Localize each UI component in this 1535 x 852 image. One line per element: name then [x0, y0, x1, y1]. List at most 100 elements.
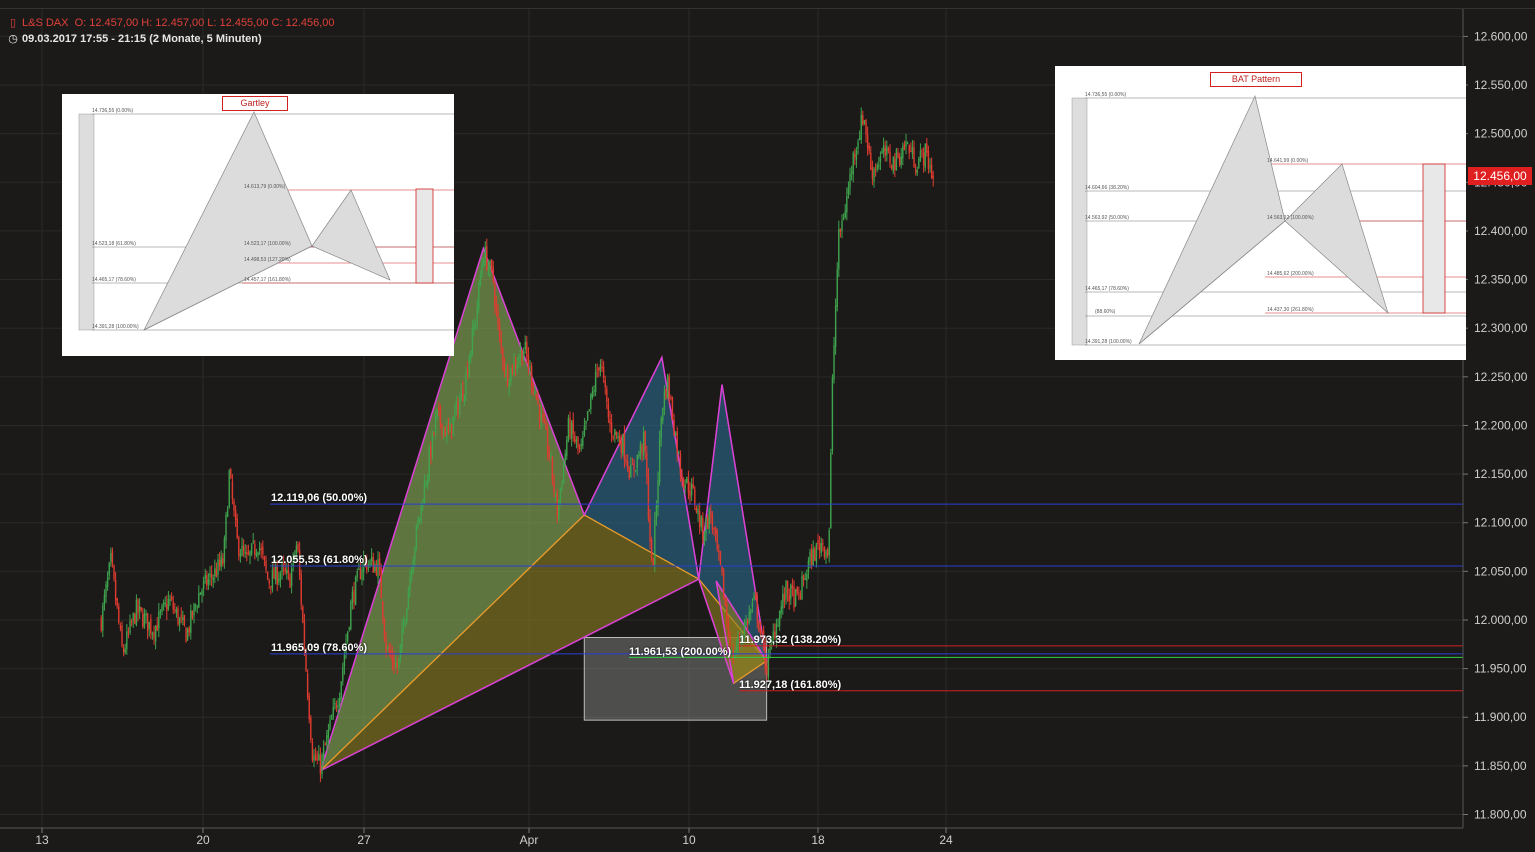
candle-body: [302, 606, 304, 623]
candle-body: [710, 511, 712, 517]
candle-body: [582, 436, 584, 446]
candle-body: [873, 168, 875, 182]
candle-body: [226, 509, 229, 517]
candle-body: [758, 620, 760, 631]
candle-body: [543, 419, 546, 423]
candle-body: [430, 446, 432, 459]
candle-body: [428, 449, 430, 477]
candle-body: [586, 411, 589, 420]
candle-body: [916, 169, 918, 174]
candle-body: [614, 428, 616, 436]
candle-body: [783, 593, 786, 602]
candle-body: [892, 156, 894, 172]
candle-body: [342, 667, 344, 681]
candle-body: [188, 627, 190, 633]
candle-body: [702, 517, 704, 540]
candle-body: [138, 605, 141, 611]
level-label-138-2: 11.973,32 (138.20%): [739, 634, 842, 646]
bat-inset: BAT Pattern 14.736,55 (0.00%) 14.641,99 …: [1055, 66, 1466, 360]
candle-body: [505, 368, 507, 374]
candle-body: [782, 594, 784, 609]
candle-body: [686, 476, 688, 483]
x-tick-label: 10: [682, 833, 696, 847]
level-label-200: 11.961,53 (200.00%): [629, 646, 732, 658]
candle-body: [508, 382, 510, 388]
candle-body: [140, 607, 142, 611]
candle-body: [625, 459, 627, 463]
candle-body: [654, 519, 656, 565]
candle-body: [142, 613, 144, 627]
candle-body: [402, 623, 405, 626]
candle-body: [126, 631, 128, 650]
candle-body: [340, 681, 342, 700]
candle-body: [495, 303, 498, 310]
candle-body: [158, 611, 160, 629]
x-tick-label: 27: [357, 833, 371, 847]
candle-body: [441, 423, 443, 435]
candle-body: [279, 573, 282, 580]
candle-body: [273, 567, 275, 579]
candle-body: [713, 527, 715, 530]
candle-body: [506, 366, 509, 386]
y-tick-label: 12.600,00: [1474, 29, 1528, 43]
candle-body: [750, 609, 752, 614]
candle-body: [700, 516, 702, 528]
candle-body: [791, 585, 794, 589]
candle-body: [913, 147, 915, 168]
candle-body: [711, 515, 714, 530]
candle-body: [535, 394, 538, 399]
candle-body: [794, 589, 797, 606]
candle-body: [386, 647, 389, 649]
level-label-50: 12.119,06 (50.00%): [271, 492, 368, 504]
candle-body: [793, 586, 795, 608]
candle-body: [889, 151, 891, 164]
candle-body: [884, 147, 886, 156]
candle-body: [119, 625, 122, 629]
candle-body: [318, 753, 320, 761]
candle-body: [433, 432, 435, 434]
candle-body: [689, 490, 691, 497]
candle-body: [841, 220, 843, 232]
candle-body: [898, 156, 901, 165]
candle-body: [185, 627, 187, 643]
candle-body: [346, 631, 349, 642]
candle-body: [574, 435, 576, 443]
candle-body: [113, 565, 115, 580]
candle-body: [834, 305, 837, 347]
gartley-level-label: 14.498,53 (127.20%): [244, 257, 291, 263]
candle-body: [583, 425, 586, 436]
candle-body: [652, 558, 654, 567]
candle-body: [804, 578, 806, 580]
candle-body: [718, 549, 720, 553]
candle-body: [921, 150, 923, 152]
candle-body: [239, 554, 242, 558]
candle-body: [212, 577, 214, 581]
candle-body: [377, 559, 379, 578]
candle-body: [329, 720, 331, 729]
candle-body: [222, 558, 224, 565]
candle-body: [242, 546, 245, 552]
candle-body: [577, 436, 579, 448]
candle-body: [887, 148, 890, 152]
candle-body: [177, 608, 179, 625]
bat-level-label: 14.604,66 (38.20%): [1085, 185, 1129, 191]
candle-body: [343, 655, 346, 667]
candle-body: [628, 467, 630, 479]
candle-body: [878, 164, 880, 167]
candle-body: [258, 547, 261, 551]
candle-body: [617, 435, 619, 439]
candle-body: [426, 474, 429, 486]
candle-body: [606, 388, 608, 403]
y-tick-label: 12.350,00: [1474, 273, 1528, 287]
candle-body: [690, 484, 693, 496]
candle-body: [634, 469, 637, 471]
candle-body: [566, 440, 568, 457]
candle-body: [655, 505, 658, 519]
candle-body: [622, 435, 624, 454]
candle-body: [646, 452, 648, 477]
candle-body: [100, 617, 102, 631]
candle-body: [708, 509, 710, 528]
candle-body: [175, 609, 178, 614]
candle-body: [679, 453, 682, 475]
instrument-header: ▯ L&S DAX O: 12.457,00 H: 12.457,00 L: 12…: [8, 16, 335, 29]
